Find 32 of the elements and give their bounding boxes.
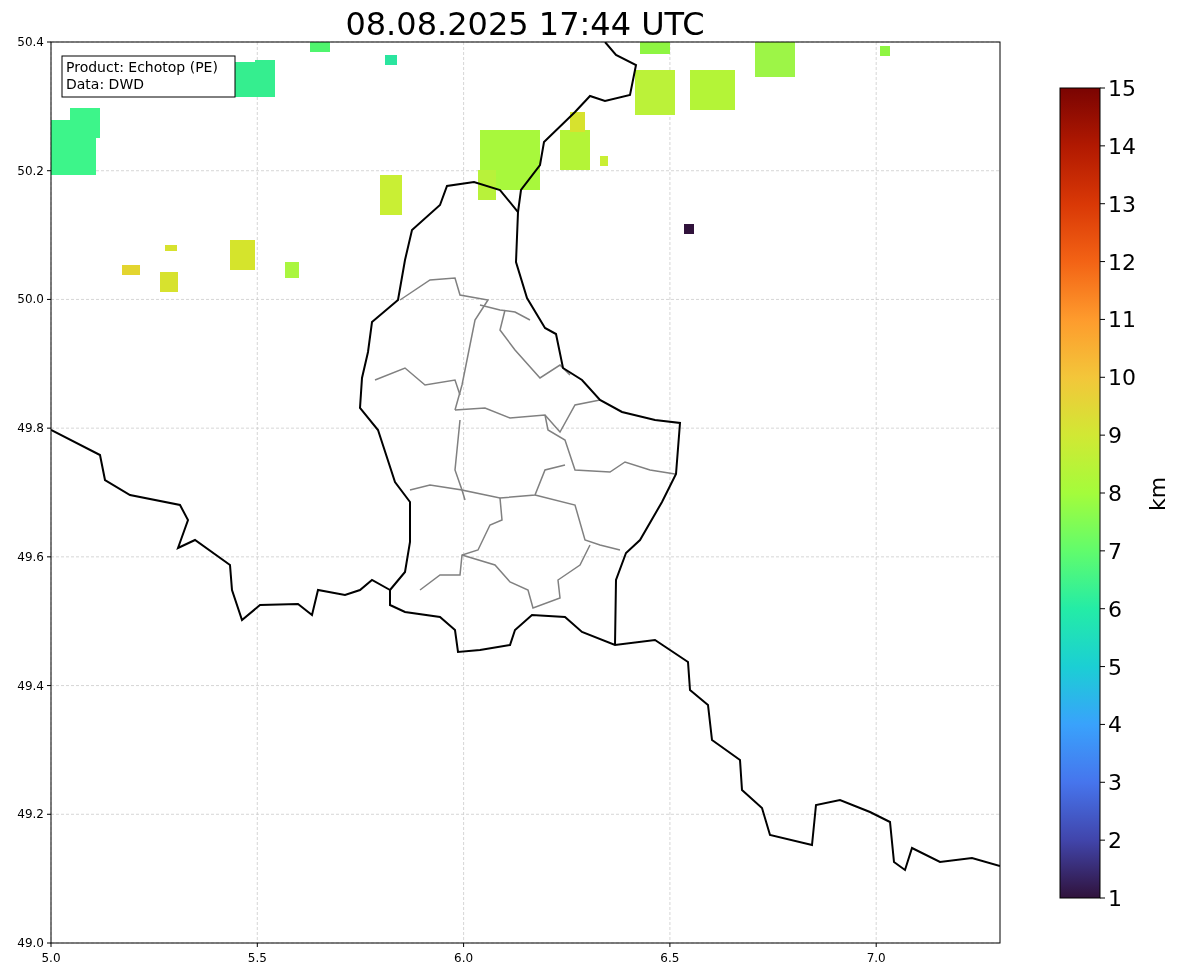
colorbar-tick-label: 14: [1108, 133, 1136, 159]
axis-tick-label: 49.0: [17, 936, 44, 950]
colorbar-tick-label: 10: [1108, 365, 1136, 391]
legend-text: Data: DWD: [66, 76, 144, 92]
colorbar-tick-label: 12: [1108, 249, 1136, 275]
axis-tick-label: 50.4: [17, 35, 44, 49]
axis-tick-label: 50.0: [17, 292, 44, 307]
axis-tick-label: 49.4: [17, 678, 44, 693]
axis-tick-label: 5.5: [247, 951, 267, 965]
axis-tick-label: 49.2: [17, 807, 44, 822]
colorbar-tick-label: 8: [1108, 481, 1122, 506]
legend-text: Product: Echotop (PE): [66, 59, 218, 75]
axis-tick-label: 5.0: [41, 951, 61, 965]
colorbar-tick-label: 7: [1108, 538, 1122, 564]
colorbar-tick-label: 3: [1108, 770, 1122, 796]
axis-tick-label: 49.8: [17, 421, 44, 436]
chart-title: 08.08.2025 17:44 UTC: [345, 5, 705, 43]
colorbar-tick-label: 1: [1108, 886, 1122, 911]
colorbar-tick-label: 9: [1108, 423, 1122, 449]
axis-tick-label: 6.5: [660, 951, 680, 965]
colorbar-tick-label: 2: [1108, 828, 1122, 854]
axis-tick-label: 50.2: [17, 163, 44, 178]
colorbar-tick-label: 13: [1108, 191, 1136, 217]
axis-tick-label: 7.0: [866, 951, 886, 965]
colorbar-tick-label: 11: [1108, 307, 1136, 333]
colorbar-label: km: [1145, 476, 1170, 512]
colorbar-tick-label: 5: [1108, 654, 1122, 680]
colorbar-tick-label: 15: [1108, 76, 1136, 101]
colorbar-tick-label: 6: [1108, 596, 1122, 622]
colorbar-tick-label: 4: [1108, 712, 1122, 738]
axis-tick-label: 49.6: [17, 549, 44, 564]
axis-tick-label: 6.0: [454, 951, 474, 965]
